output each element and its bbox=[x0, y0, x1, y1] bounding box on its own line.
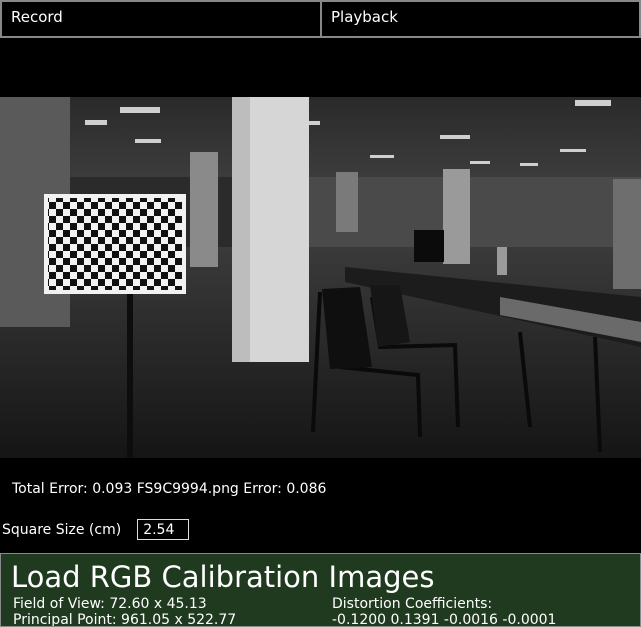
square-size-label: Square Size (cm) bbox=[2, 521, 122, 538]
principal-point-text: Principal Point: 961.05 x 522.77 bbox=[13, 612, 237, 627]
tab-playback[interactable]: Playback bbox=[322, 0, 641, 38]
field-of-view-text: Field of View: 72.60 x 45.13 bbox=[13, 596, 207, 612]
square-size-row: Square Size (cm) bbox=[2, 519, 190, 540]
distortion-coefficients-label: Distortion Coefficients: bbox=[332, 596, 493, 612]
load-rgb-calibration-button[interactable]: Load RGB Calibration Images bbox=[11, 560, 434, 594]
mode-tabbar: Record Playback bbox=[0, 0, 641, 38]
camera-preview-image bbox=[0, 97, 641, 458]
tab-record[interactable]: Record bbox=[0, 0, 322, 38]
calibration-panel: Load RGB Calibration Images Field of Vie… bbox=[0, 553, 641, 627]
distortion-coefficients-values: -0.1200 0.1391 -0.0016 -0.0001 bbox=[332, 612, 557, 627]
calibration-error-text: Total Error: 0.093 FS9C9994.png Error: 0… bbox=[12, 481, 327, 497]
office-scene-photo bbox=[0, 97, 641, 458]
square-size-input[interactable] bbox=[137, 519, 190, 540]
